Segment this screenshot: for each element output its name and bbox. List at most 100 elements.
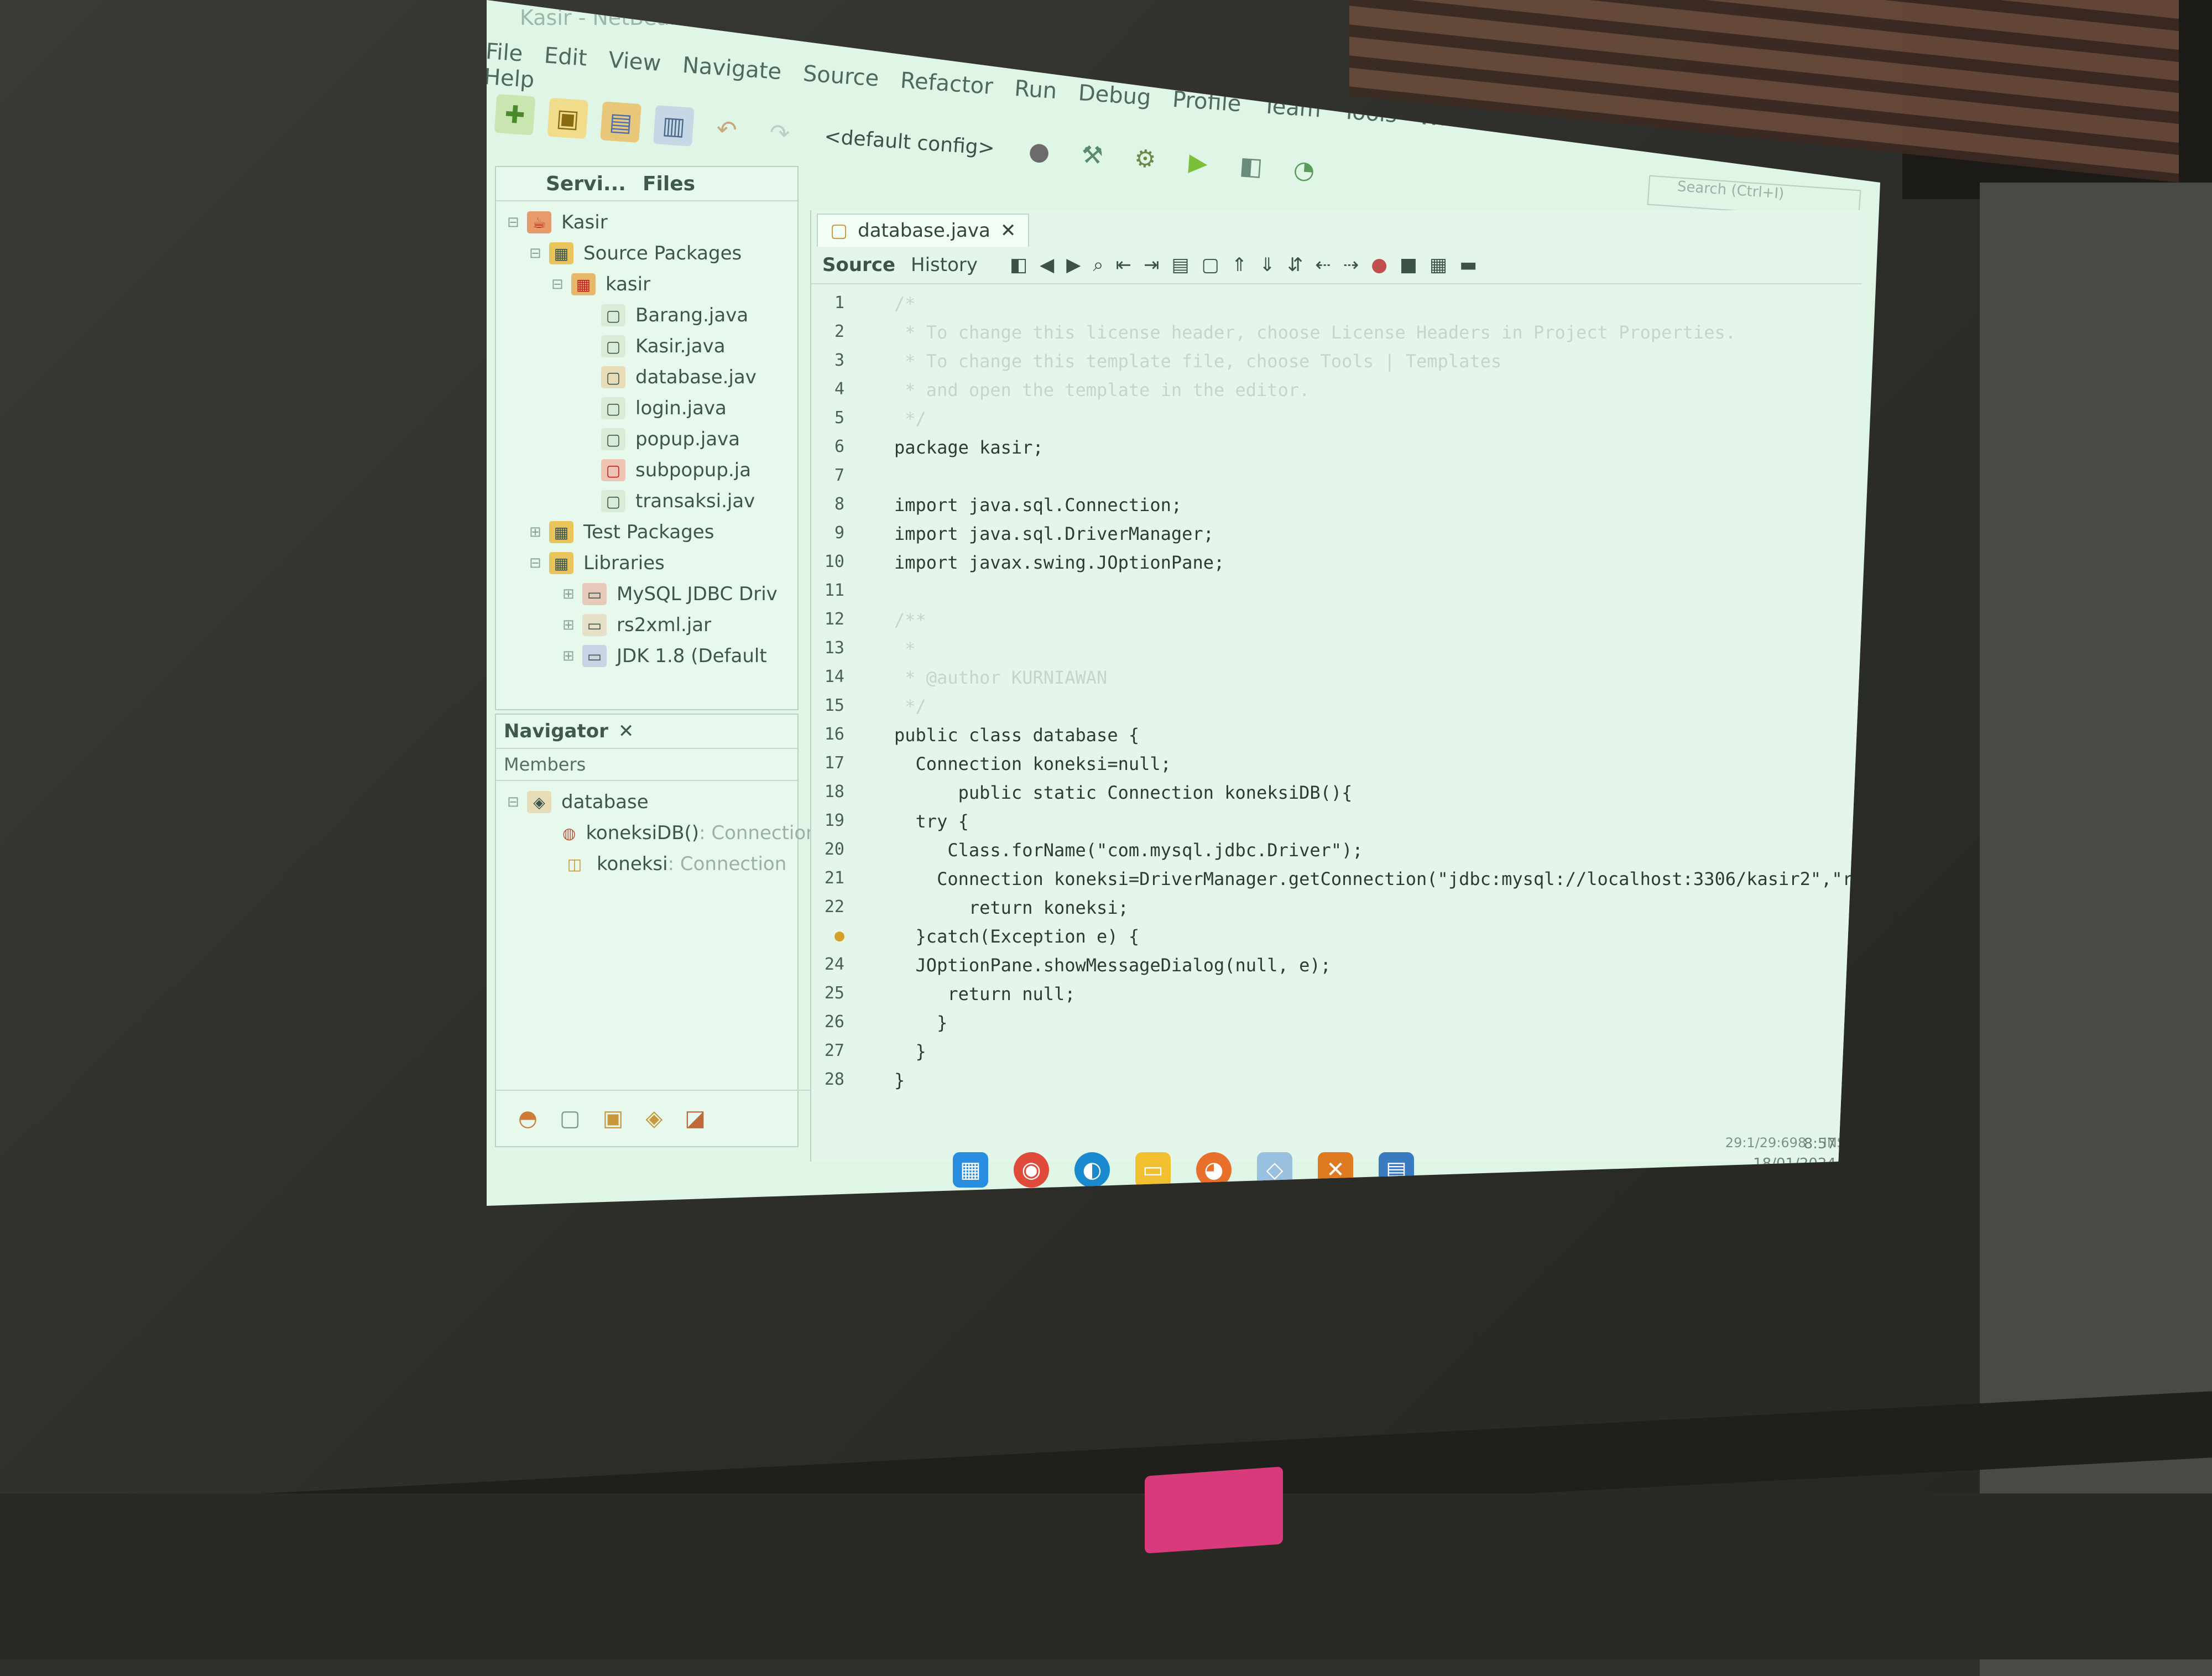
collapse-icon[interactable]: ⊟ <box>529 555 541 571</box>
collapse-icon[interactable]: ⊟ <box>551 276 564 293</box>
line-number: 8 <box>834 495 844 514</box>
save-all-icon[interactable]: ▥ <box>653 105 695 147</box>
debug-icon[interactable]: ◧ <box>1230 145 1272 187</box>
line-number: 6 <box>834 437 844 456</box>
code-line: 25 return null; <box>811 983 1862 1012</box>
build-icon[interactable]: ⚒ <box>1072 134 1113 176</box>
field-icon: ◫ <box>567 855 582 873</box>
comment-icon[interactable]: ▬ <box>1459 254 1477 276</box>
tree-node-file[interactable]: ▢ popup.java <box>507 424 797 455</box>
tree-node-library[interactable]: ⊞ ▭ MySQL JDBC Driv <box>507 579 797 610</box>
navigator-member[interactable]: ◍ koneksiDB() : Connection <box>507 818 818 849</box>
navigator-filter[interactable]: Members <box>496 749 797 781</box>
sort-icon[interactable]: ◓ <box>518 1106 538 1131</box>
config-select[interactable]: <default config> <box>823 125 995 159</box>
code-editor: ▢ database.java ✕ Source History ◧ ◀ ▶ ⌕… <box>810 210 1880 1162</box>
run-icon[interactable]: ▶ <box>1177 142 1219 183</box>
navigator-title[interactable]: Navigator <box>504 720 608 742</box>
editor-tab-label: database.java <box>858 220 990 242</box>
inherited-icon[interactable]: ▣ <box>603 1106 624 1131</box>
tree-node-project[interactable]: ⊟ ☕ Kasir <box>507 207 797 238</box>
tree-node-file[interactable]: ▢ transaksi.jav <box>507 486 797 517</box>
close-icon[interactable]: ✕ <box>618 720 634 742</box>
find-next-icon[interactable]: ⇥ <box>1144 254 1160 276</box>
class-icon: ◈ <box>527 791 551 813</box>
menu-run[interactable]: Run <box>1014 76 1058 104</box>
undo-icon[interactable]: ↶ <box>706 109 748 150</box>
shift-left-icon[interactable]: ⇠ <box>1315 254 1331 276</box>
stop-macro-icon[interactable]: ■ <box>1400 254 1417 276</box>
tab-services[interactable]: Servi... <box>546 173 626 195</box>
tree-node-test-packages[interactable]: ⊞ ▦ Test Packages <box>507 517 797 548</box>
tree-node-package[interactable]: ⊟ ▦ kasir <box>507 269 797 300</box>
tab-files[interactable]: Files <box>643 173 695 195</box>
tree-node-file[interactable]: ▢ Barang.java <box>507 300 797 331</box>
tree-node-libraries[interactable]: ⊟ ▦ Libraries <box>507 548 797 579</box>
navigator-root[interactable]: ⊟ ◈ database <box>507 787 797 818</box>
open-project-icon[interactable]: ▤ <box>600 101 641 143</box>
menu-refactor[interactable]: Refactor <box>900 67 994 100</box>
expand-icon[interactable]: ⊞ <box>562 648 575 664</box>
new-file-icon[interactable]: ✚ <box>494 93 536 136</box>
toggle-selection-icon[interactable]: ▢ <box>1202 254 1219 276</box>
code-line: 26 } <box>811 1012 1862 1041</box>
navigator-member[interactable]: ◫ koneksi : Connection <box>507 849 797 879</box>
collapse-icon[interactable]: ⊟ <box>507 214 519 231</box>
last-edit-icon[interactable]: ◧ <box>1010 254 1027 276</box>
collapse-icon[interactable]: ⊟ <box>507 794 519 810</box>
static-icon[interactable]: ◪ <box>685 1106 706 1131</box>
new-project-icon[interactable]: ▣ <box>547 97 589 139</box>
chrome-icon[interactable]: ◉ <box>1014 1152 1049 1188</box>
filter-icon[interactable]: ▢ <box>560 1106 581 1131</box>
expand-icon[interactable]: ⊞ <box>529 524 541 540</box>
tab-history[interactable]: History <box>911 254 978 276</box>
next-bookmark-icon[interactable]: ⇓ <box>1259 254 1275 276</box>
tab-source[interactable]: Source <box>822 254 895 276</box>
code-area[interactable]: 1 /* 2 * To change this license header, c… <box>811 293 1880 1112</box>
expand-icon[interactable]: ⊞ <box>562 586 575 602</box>
globe-icon[interactable]: ● <box>1019 131 1060 172</box>
code-text: * <box>894 638 916 659</box>
menu-edit[interactable]: Edit <box>544 43 588 71</box>
members-select[interactable]: Members <box>504 754 586 775</box>
start-macro-icon[interactable]: ● <box>1371 254 1387 276</box>
collapse-icon[interactable]: ⊟ <box>529 245 541 262</box>
clean-build-icon[interactable]: ⚙ <box>1125 138 1166 180</box>
tree-node-file[interactable]: ▢ login.java <box>507 393 797 424</box>
find-icon[interactable]: ⌕ <box>1093 254 1103 276</box>
tree-label: subpopup.ja <box>635 459 752 481</box>
back-icon[interactable]: ◀ <box>1040 254 1054 276</box>
windows-start-icon[interactable]: ▦ <box>953 1152 988 1188</box>
fields-icon[interactable]: ◈ <box>646 1106 663 1131</box>
editor-tab-database[interactable]: ▢ database.java ✕ <box>817 214 1030 247</box>
code-text: * and open the template in the editor. <box>894 379 1310 400</box>
menu-view[interactable]: View <box>608 48 662 77</box>
expand-icon[interactable]: ⊞ <box>562 617 575 633</box>
line-number: 7 <box>834 466 844 485</box>
tree-node-file[interactable]: ▢ database.jav <box>507 362 797 393</box>
line-number: 11 <box>824 581 844 600</box>
file-explorer-icon[interactable]: ▭ <box>1135 1152 1171 1188</box>
menu-navigate[interactable]: Navigate <box>682 53 782 85</box>
previous-bookmark-icon[interactable]: ⇑ <box>1232 254 1248 276</box>
close-tab-icon[interactable]: ✕ <box>1000 220 1016 242</box>
find-previous-icon[interactable]: ⇤ <box>1116 254 1132 276</box>
tree-node-library[interactable]: ⊞ ▭ rs2xml.jar <box>507 610 797 641</box>
tree-node-source-packages[interactable]: ⊟ ▦ Source Packages <box>507 238 797 269</box>
tree-node-file[interactable]: ▢ subpopup.ja <box>507 455 797 486</box>
forward-icon[interactable]: ▶ <box>1066 254 1081 276</box>
menu-file[interactable]: File <box>487 39 524 67</box>
toggle-bookmark-icon[interactable]: ⇵ <box>1287 254 1303 276</box>
profile-icon[interactable]: ◔ <box>1284 149 1325 191</box>
chart-icon[interactable]: ▦ <box>1430 254 1447 276</box>
code-text: Class.forName("com.mysql.jdbc.Driver"); <box>894 840 1363 861</box>
shift-right-icon[interactable]: ⇢ <box>1343 254 1359 276</box>
redo-icon[interactable]: ↷ <box>759 112 801 154</box>
toggle-highlight-icon[interactable]: ▤ <box>1172 254 1190 276</box>
tree-node-library[interactable]: ⊞ ▭ JDK 1.8 (Default <box>507 641 797 672</box>
edge-icon[interactable]: ◐ <box>1074 1152 1110 1188</box>
code-text: public static Connection koneksiDB(){ <box>894 782 1353 803</box>
eraser <box>1145 1466 1283 1554</box>
menu-source[interactable]: Source <box>802 61 880 91</box>
tree-node-file[interactable]: ▢ Kasir.java <box>507 331 797 362</box>
